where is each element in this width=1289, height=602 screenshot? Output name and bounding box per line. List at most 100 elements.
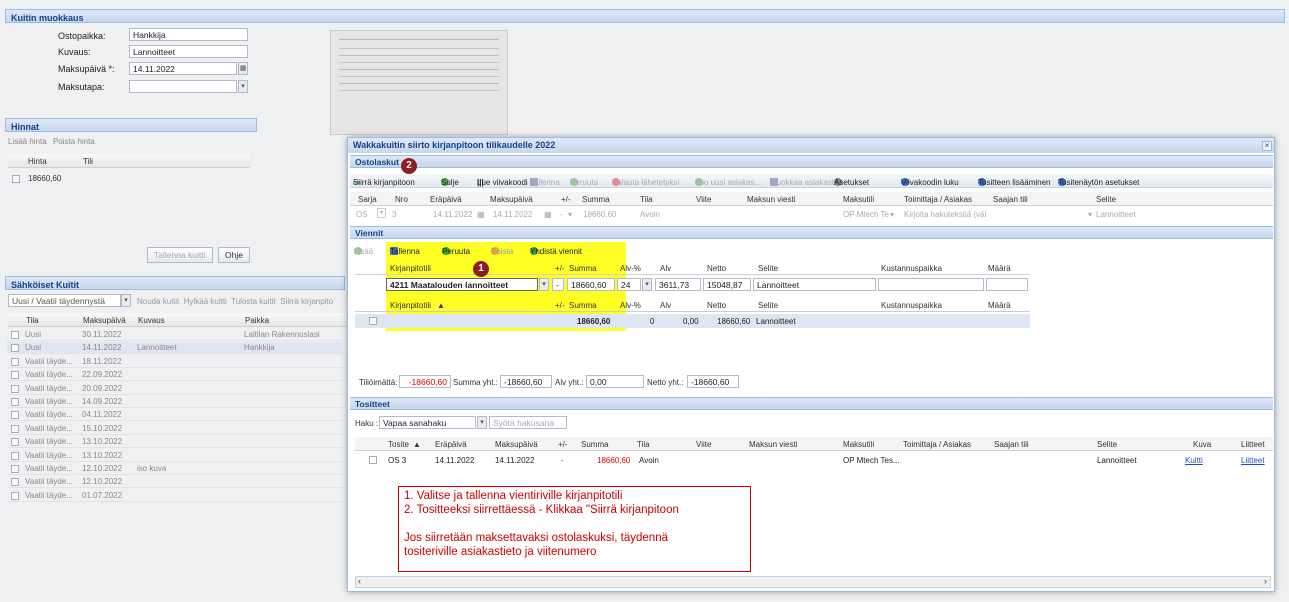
receipt-row[interactable]: Vaatii täyde... 01.07.2022 (7, 490, 342, 502)
print-receipts-button[interactable]: Tulosta kuitit (231, 297, 276, 306)
fetch-receipts-button[interactable]: Nouda kuitit (137, 297, 179, 306)
chevron-left-icon[interactable]: ‹ (358, 576, 361, 586)
receipt-row[interactable]: Vaatii täyde... 20.09.2022 (7, 383, 342, 395)
receipts-toolbar: Nouda kuitit Hylkää kuitti Tulosta kuiti… (137, 297, 333, 306)
maksutapa-label: Maksutapa: (58, 82, 105, 92)
receipt-row[interactable]: Uusi 30.11.2022 Laitilan Rakennuslasi (7, 329, 342, 341)
kuvaus-field[interactable]: Lannoitteet (129, 45, 248, 58)
remove-price-button[interactable]: Poista hinta (53, 137, 95, 146)
receipt-row[interactable]: Vaatii täyde... 14.09.2022 (7, 396, 342, 408)
receipt-row[interactable]: Vaatii täyde... 04.11.2022 (7, 409, 342, 422)
row-checkbox[interactable] (11, 411, 19, 420)
viennit-toolbar: Lisää Tallenna Peruuta Poista Yhdistä vi… (354, 247, 583, 256)
tositteet-header: Tositteet (350, 397, 1273, 410)
row-checkbox[interactable] (11, 424, 19, 433)
receipt-row[interactable]: Vaatii täyde... 13.10.2022 (7, 436, 342, 449)
kuitti-link[interactable]: Kuitti (1185, 456, 1203, 465)
row-checkbox[interactable] (11, 331, 19, 339)
viennit-edit-header: Kirjanpitotili +/- Summa Alv-% Alv Netto… (355, 261, 1030, 275)
chevron-down-icon[interactable]: ▾ (890, 210, 894, 219)
chevron-down-icon[interactable]: ▾ (642, 278, 652, 291)
maksupaiva-field[interactable]: 14.11.2022 (129, 62, 237, 75)
filter-select[interactable]: Uusi / Vaatii täydennystä (8, 294, 121, 307)
calendar-icon[interactable]: ▦ (238, 62, 248, 75)
edit-receipt-header: Kuitin muokkaus (5, 9, 1285, 23)
ostolaskut-header: Ostolaskut (350, 155, 1273, 168)
save-receipt-button[interactable]: Tallenna kuitti (147, 247, 213, 263)
selite-input[interactable]: Lannoitteet (753, 278, 876, 291)
ostolasku-row[interactable]: OS ▾ 3 14.11.2022 ▦ 14.11.2022 ▦ - ▾ 1866… (350, 207, 1273, 221)
row-checkbox[interactable] (11, 384, 19, 393)
search-input[interactable]: Syötä hakusana (489, 416, 567, 429)
row-checkbox[interactable] (11, 344, 19, 353)
maksutapa-field[interactable] (129, 80, 237, 93)
chevron-down-icon[interactable]: ▾ (238, 80, 248, 93)
alv-percent-input[interactable]: 24 (617, 278, 641, 291)
row-checkbox[interactable] (11, 357, 19, 366)
sort-asc-icon[interactable]: ▲ (413, 440, 421, 449)
row-checkbox[interactable] (11, 371, 19, 380)
calendar-icon[interactable]: ▦ (544, 210, 552, 219)
row-checkbox[interactable] (11, 465, 19, 473)
reject-receipt-button[interactable]: Hylkää kuitti (184, 297, 227, 306)
summa-input[interactable]: 18660,60 (567, 278, 615, 291)
tosite-row[interactable]: OS 3 14.11.2022 14.11.2022 - 18660,60 Av… (355, 453, 1273, 467)
row-checkbox[interactable] (11, 491, 19, 500)
receipt-row[interactable]: Uusi 14.11.2022 Lannoitteet Hankkija (7, 342, 342, 355)
help-button[interactable]: Ohje (218, 247, 250, 263)
maksupaiva-label: Maksupäivä *: (58, 64, 115, 74)
sign-input[interactable]: - (552, 278, 564, 291)
vat-total: 0,00 (586, 375, 644, 388)
haku-label: Haku : (355, 419, 379, 428)
price-checkbox[interactable] (12, 175, 20, 183)
netto-input[interactable]: 15048,87 (703, 278, 751, 291)
row-checkbox[interactable] (369, 317, 377, 325)
chevron-down-icon[interactable]: ▾ (1088, 210, 1092, 219)
horizontal-scrollbar[interactable]: ‹ › (355, 576, 1271, 588)
viennit-header: Viennit (350, 226, 1273, 239)
untagged-total: -18660,60 (399, 375, 451, 388)
tositteet-grid-header: Tosite ▲ Eräpäivä Maksupäivä +/- Summa Ti… (355, 437, 1273, 451)
alv-input[interactable]: 3611,73 (655, 278, 701, 291)
ostolaskut-grid-header: Sarja Nro Eräpäivä Maksupäivä +/- Summa … (350, 192, 1273, 206)
row-checkbox[interactable] (369, 456, 377, 464)
prices-grid-header: Hinta Tili (8, 154, 250, 168)
row-checkbox[interactable] (11, 438, 19, 447)
transfer-button[interactable]: Siirrä kirjanpito (280, 297, 333, 306)
maara-input[interactable] (986, 278, 1028, 291)
row-checkbox[interactable] (11, 398, 19, 406)
receipt-row[interactable]: Vaatii täyde... 13.10.2022 (7, 450, 342, 462)
instruction-callout: 1. Valitse ja tallenna vientiriville kir… (398, 486, 751, 572)
chevron-down-icon[interactable]: ▾ (121, 294, 131, 307)
receipt-row[interactable]: Vaatii täyde... 18.11.2022 (7, 356, 342, 368)
chevron-down-icon[interactable]: ▾ (477, 416, 487, 429)
chevron-down-icon[interactable]: ▾ (377, 208, 386, 218)
dialog-title: Wakkakuitin siirto kirjanpitoon tilikaud… (348, 138, 1274, 153)
calendar-icon[interactable]: ▦ (477, 210, 485, 219)
sort-asc-icon[interactable]: ▲ (437, 301, 445, 310)
sum-total: -18660,60 (500, 375, 552, 388)
receipt-row[interactable]: Vaatii täyde... 15.10.2022 (7, 423, 342, 435)
ostopaikka-label: Ostopaikka: (58, 31, 106, 41)
vienti-row[interactable]: 18660,60 0 0,00 18660,60 Lannoitteet (355, 314, 1030, 328)
row-checkbox[interactable] (11, 478, 19, 487)
chevron-right-icon[interactable]: › (1264, 576, 1267, 586)
haku-select[interactable]: Vapaa sanahaku (379, 416, 476, 429)
receipt-row[interactable]: Vaatii täyde... 12.10.2022 iso kuva (7, 463, 342, 475)
row-checkbox[interactable] (11, 451, 19, 460)
viennit-grid-header: Kirjanpitotili ▲ +/- Summa Alv-% Alv Nett… (355, 298, 1030, 312)
kustannuspaikka-input[interactable] (878, 278, 984, 291)
close-icon[interactable]: × (1262, 141, 1272, 151)
receipt-row[interactable]: Vaatii täyde... 22.09.2022 (7, 369, 342, 382)
liitteet-link[interactable]: Liitteet (1241, 456, 1265, 465)
receipts-grid-header: Tila Maksupäivä Kuvaus Paikka (8, 313, 348, 327)
add-price-button[interactable]: Lisää hinta (8, 137, 47, 146)
receipt-row[interactable]: Vaatii täyde... 12.10.2022 (7, 476, 342, 489)
kirjanpitotili-input[interactable]: 4211 Maatalouden lannoitteet (386, 278, 538, 291)
chevron-down-icon[interactable]: ▾ (539, 278, 549, 291)
kuvaus-label: Kuvaus: (58, 47, 91, 57)
prices-header: Hinnat (5, 118, 257, 132)
ostopaikka-field[interactable]: Hankkija (129, 28, 248, 41)
chevron-down-icon[interactable]: ▾ (568, 210, 572, 219)
prices-toolbar: Lisää hinta Poista hinta (8, 137, 95, 146)
